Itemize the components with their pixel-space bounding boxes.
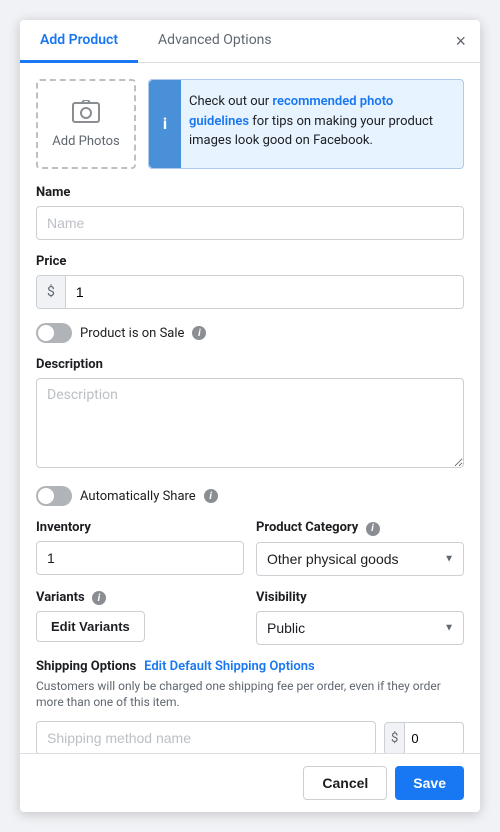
visibility-select-wrapper: Public Private ▼ bbox=[256, 611, 464, 645]
shipping-method-name-input[interactable] bbox=[36, 721, 376, 753]
product-category-field-group: Product Category i Other physical goods … bbox=[256, 520, 464, 576]
product-category-select-wrapper: Other physical goods Clothing Electronic… bbox=[256, 542, 464, 576]
visibility-label: Visibility bbox=[256, 590, 464, 605]
name-input[interactable] bbox=[36, 206, 464, 240]
product-category-label: Product Category i bbox=[256, 520, 464, 536]
save-button[interactable]: Save bbox=[395, 766, 464, 800]
price-input[interactable] bbox=[66, 276, 463, 308]
variants-label: Variants i bbox=[36, 590, 244, 606]
photo-icon bbox=[72, 100, 100, 130]
add-photos-box[interactable]: Add Photos bbox=[36, 79, 136, 169]
add-product-modal: Add Product Advanced Options × Add Photo… bbox=[20, 20, 480, 812]
shipping-header: Shipping Options Edit Default Shipping O… bbox=[36, 659, 464, 674]
photo-info-row: Add Photos i Check out our recommended p… bbox=[36, 79, 464, 169]
edit-shipping-link[interactable]: Edit Default Shipping Options bbox=[144, 659, 315, 674]
visibility-field-group: Visibility Public Private ▼ bbox=[256, 590, 464, 645]
name-field-group: Name bbox=[36, 185, 464, 240]
variants-field-group: Variants i Edit Variants bbox=[36, 590, 244, 645]
name-label: Name bbox=[36, 185, 464, 200]
inventory-label: Inventory bbox=[36, 520, 244, 535]
auto-share-toggle-label: Automatically Share bbox=[80, 489, 196, 504]
modal-footer: Cancel Save bbox=[20, 753, 480, 812]
auto-share-toggle[interactable] bbox=[36, 486, 72, 506]
inventory-input[interactable] bbox=[36, 541, 244, 575]
cancel-button[interactable]: Cancel bbox=[303, 766, 387, 800]
variants-visibility-row: Variants i Edit Variants Visibility Publ… bbox=[36, 590, 464, 645]
edit-variants-button[interactable]: Edit Variants bbox=[36, 611, 145, 642]
sale-toggle-knob bbox=[38, 325, 54, 341]
sale-toggle[interactable] bbox=[36, 323, 72, 343]
close-button[interactable]: × bbox=[441, 20, 480, 62]
price-prefix: $ bbox=[37, 276, 66, 308]
tab-advanced-options[interactable]: Advanced Options bbox=[138, 20, 292, 63]
inventory-category-row: Inventory Product Category i Other physi… bbox=[36, 520, 464, 576]
price-input-wrapper: $ bbox=[36, 275, 464, 309]
add-photos-label: Add Photos bbox=[52, 134, 119, 149]
description-field-group: Description bbox=[36, 357, 464, 472]
visibility-select[interactable]: Public Private bbox=[256, 611, 464, 645]
shipping-description: Customers will only be charged one shipp… bbox=[36, 678, 464, 712]
sale-toggle-label: Product is on Sale bbox=[80, 326, 184, 341]
sale-info-icon[interactable]: i bbox=[192, 326, 206, 340]
inventory-field-group: Inventory bbox=[36, 520, 244, 576]
variants-label-text: Variants bbox=[36, 590, 85, 605]
product-category-label-text: Product Category bbox=[256, 520, 358, 535]
price-label: Price bbox=[36, 254, 464, 269]
shipping-input-row: $ bbox=[36, 721, 464, 753]
shipping-title: Shipping Options bbox=[36, 659, 136, 674]
auto-share-toggle-knob bbox=[38, 488, 54, 504]
tab-add-product[interactable]: Add Product bbox=[20, 20, 138, 63]
description-label: Description bbox=[36, 357, 464, 372]
info-box-icon: i bbox=[149, 80, 181, 168]
info-text-before: Check out our bbox=[189, 94, 272, 109]
variants-info-icon[interactable]: i bbox=[92, 591, 106, 605]
category-info-icon[interactable]: i bbox=[366, 522, 380, 536]
auto-share-toggle-row: Automatically Share i bbox=[36, 486, 464, 506]
auto-share-info-icon[interactable]: i bbox=[204, 489, 218, 503]
sale-toggle-row: Product is on Sale i bbox=[36, 323, 464, 343]
modal-body: Add Photos i Check out our recommended p… bbox=[20, 63, 480, 753]
info-box: i Check out our recommended photo guidel… bbox=[148, 79, 464, 169]
tab-bar: Add Product Advanced Options × bbox=[20, 20, 480, 63]
product-category-select[interactable]: Other physical goods Clothing Electronic… bbox=[256, 542, 464, 576]
description-textarea[interactable] bbox=[36, 378, 464, 468]
shipping-section: Shipping Options Edit Default Shipping O… bbox=[36, 659, 464, 754]
price-field-group: Price $ bbox=[36, 254, 464, 309]
shipping-price-wrapper: $ bbox=[384, 722, 464, 753]
